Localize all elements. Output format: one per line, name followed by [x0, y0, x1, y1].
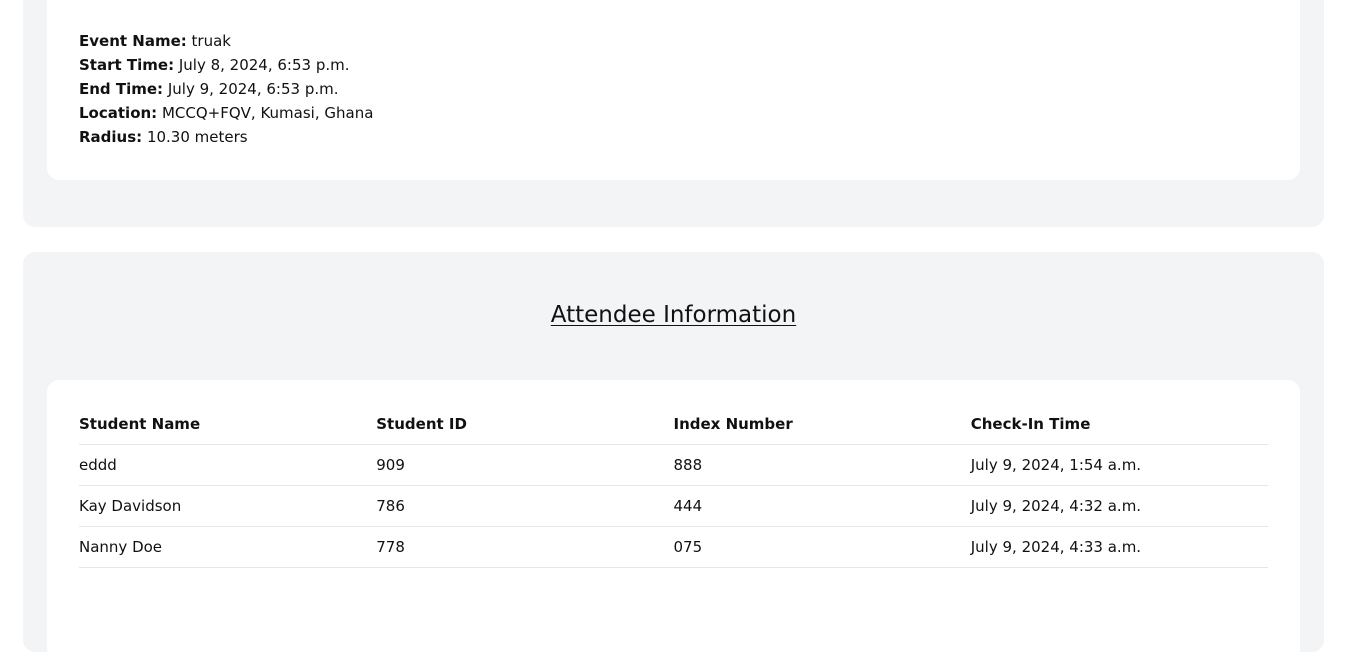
column-header-index-number: Index Number: [673, 404, 971, 445]
location-row: Location: MCCQ+FQV, Kumasi, Ghana: [79, 101, 373, 125]
student-id-cell: 786: [376, 485, 674, 527]
event-details-section: Event Name: truak Start Time: July 8, 20…: [23, 0, 1324, 227]
index-number-cell: 444: [673, 485, 971, 527]
student-name-cell: eddd: [79, 444, 377, 486]
event-name-row: Event Name: truak: [79, 29, 373, 53]
event-details-card: Event Name: truak Start Time: July 8, 20…: [47, 0, 1300, 180]
location-value: MCCQ+FQV, Kumasi, Ghana: [161, 104, 374, 122]
student-id-cell: 778: [376, 526, 674, 568]
table-header-row: Student Name Student ID Index Number Che…: [79, 404, 1268, 445]
start-time-row: Start Time: July 8, 2024, 6:53 p.m.: [79, 53, 373, 77]
table-row: Kay Davidson 786 444 July 9, 2024, 4:32 …: [79, 485, 1268, 527]
check-in-time-cell: July 9, 2024, 1:54 a.m.: [970, 444, 1268, 486]
column-header-student-name: Student Name: [79, 404, 377, 445]
radius-row: Radius: 10.30 meters: [79, 125, 373, 149]
student-name-cell: Nanny Doe: [79, 526, 377, 568]
check-in-time-cell: July 9, 2024, 4:32 a.m.: [970, 485, 1268, 527]
start-time-value: July 8, 2024, 6:53 p.m.: [178, 56, 350, 74]
student-name-cell: Kay Davidson: [79, 485, 377, 527]
check-in-time-cell: July 9, 2024, 4:33 a.m.: [970, 526, 1268, 568]
start-time-label: Start Time:: [79, 56, 175, 74]
event-name-value: truak: [191, 32, 231, 50]
radius-value: 10.30 meters: [146, 128, 248, 146]
end-time-value: July 9, 2024, 6:53 p.m.: [167, 80, 339, 98]
column-header-student-id: Student ID: [376, 404, 674, 445]
attendee-table: Student Name Student ID Index Number Che…: [79, 404, 1268, 568]
student-id-cell: 909: [376, 444, 674, 486]
end-time-label: End Time:: [79, 80, 164, 98]
attendee-information-title: Attendee Information: [550, 302, 797, 328]
index-number-cell: 075: [673, 526, 971, 568]
column-header-check-in-time: Check-In Time: [970, 404, 1268, 445]
end-time-row: End Time: July 9, 2024, 6:53 p.m.: [79, 77, 373, 101]
radius-label: Radius:: [79, 128, 143, 146]
index-number-cell: 888: [673, 444, 971, 486]
event-name-label: Event Name:: [79, 32, 187, 50]
attendee-table-card: Student Name Student ID Index Number Che…: [47, 380, 1300, 660]
location-label: Location:: [79, 104, 158, 122]
event-details-list: Event Name: truak Start Time: July 8, 20…: [79, 29, 373, 149]
table-row: eddd 909 888 July 9, 2024, 1:54 a.m.: [79, 444, 1268, 486]
attendee-information-section: Attendee Information Student Name Studen…: [23, 252, 1324, 660]
table-row: Nanny Doe 778 075 July 9, 2024, 4:33 a.m…: [79, 526, 1268, 568]
